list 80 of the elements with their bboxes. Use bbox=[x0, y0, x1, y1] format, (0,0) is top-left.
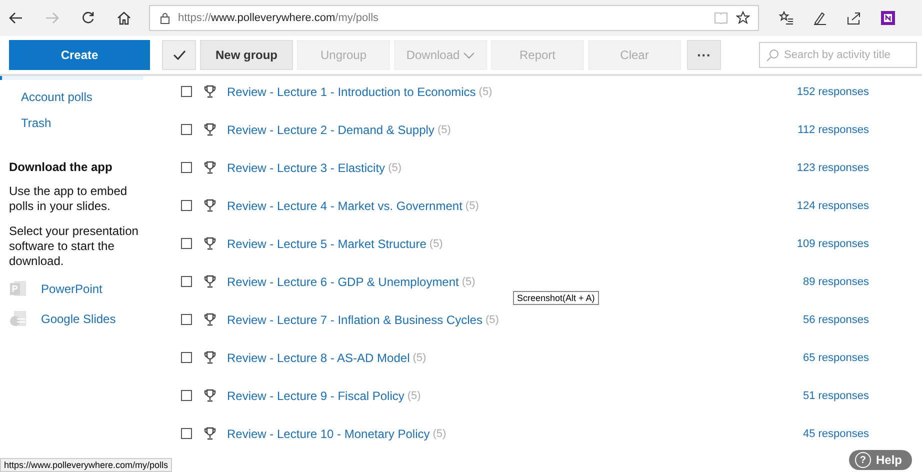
presentation-file-icon bbox=[9, 280, 27, 298]
share-icon[interactable] bbox=[847, 11, 861, 25]
question-count: (5) bbox=[412, 352, 426, 364]
reload-icon[interactable] bbox=[81, 11, 95, 25]
question-count: (5) bbox=[478, 86, 492, 98]
poll-link[interactable]: Review - Lecture 7 - Inflation & Business Cycles bbox=[227, 312, 482, 326]
responses-link[interactable]: 65 responses bbox=[802, 352, 869, 364]
question-count: (5) bbox=[432, 428, 446, 440]
responses-link[interactable]: 109 responses bbox=[796, 238, 869, 250]
description-text: Use the app to embed polls in your slides. bbox=[9, 184, 128, 214]
checkbox[interactable] bbox=[181, 124, 192, 135]
question-count: (5) bbox=[485, 314, 499, 326]
poll-link[interactable]: Review - Lecture 3 - Elasticity bbox=[227, 160, 386, 174]
poll-link[interactable]: Review - Lecture 8 - AS-AD Model bbox=[227, 350, 410, 364]
trophy-icon bbox=[204, 161, 216, 174]
responses-link[interactable]: 45 responses bbox=[802, 428, 869, 440]
onenote-icon[interactable] bbox=[881, 11, 895, 25]
poll-link[interactable]: Review - Lecture 9 - Fiscal Policy bbox=[227, 388, 404, 402]
check-icon bbox=[172, 50, 186, 60]
trophy-icon bbox=[204, 313, 216, 326]
status-url: https://www.polleverywhere.com/my/polls bbox=[0, 458, 172, 472]
question-count: (5) bbox=[462, 276, 476, 288]
create-button[interactable]: Create bbox=[9, 40, 150, 70]
help-button[interactable]: ? Help bbox=[848, 450, 912, 470]
responses-link[interactable]: 56 responses bbox=[802, 314, 869, 326]
star-icon[interactable] bbox=[736, 11, 750, 25]
select-all-button[interactable] bbox=[162, 40, 196, 70]
responses-link[interactable]: 124 responses bbox=[796, 200, 869, 212]
instruction-text: Select your presentation software to start the download. bbox=[9, 224, 140, 269]
url-text: https://www.polleverywhere.com/my/polls bbox=[178, 12, 380, 24]
responses-link[interactable]: 89 responses bbox=[802, 276, 869, 288]
trophy-icon bbox=[204, 427, 216, 440]
trophy-icon bbox=[204, 275, 216, 288]
trophy-icon bbox=[204, 199, 216, 212]
responses-link[interactable]: 123 responses bbox=[796, 162, 869, 174]
lock-icon bbox=[160, 12, 170, 24]
favorites-icon[interactable] bbox=[779, 11, 793, 25]
trophy-icon bbox=[204, 85, 216, 98]
home-icon[interactable] bbox=[117, 11, 131, 25]
back-icon[interactable] bbox=[9, 12, 23, 24]
question-count: (5) bbox=[437, 124, 451, 136]
checkbox[interactable] bbox=[181, 428, 192, 439]
poll-link[interactable]: Review - Lecture 4 - Market vs. Government bbox=[227, 198, 462, 212]
trophy-icon bbox=[204, 351, 216, 364]
search-field[interactable]: Search by activity title bbox=[759, 42, 917, 68]
checkbox[interactable] bbox=[181, 200, 192, 211]
poll-link[interactable]: Review - Lecture 2 - Demand & Supply bbox=[227, 122, 434, 136]
poll-link[interactable]: Review - Lecture 6 - GDP & Unemployment bbox=[227, 274, 459, 288]
trophy-icon bbox=[204, 237, 216, 250]
checkbox[interactable] bbox=[181, 276, 192, 287]
checkbox[interactable] bbox=[181, 352, 192, 363]
question-count: (5) bbox=[429, 238, 443, 250]
checkbox[interactable] bbox=[181, 86, 192, 97]
responses-link[interactable]: 152 responses bbox=[796, 86, 869, 98]
sidebar-link[interactable]: Trash bbox=[21, 116, 150, 142]
checkbox[interactable] bbox=[181, 162, 192, 173]
question-count: (5) bbox=[407, 390, 421, 402]
tooltip: Screenshot(Alt + A) bbox=[513, 291, 599, 305]
checkbox[interactable] bbox=[181, 314, 192, 325]
pen-icon[interactable] bbox=[813, 11, 827, 25]
app-link[interactable]: Google Slides bbox=[41, 312, 116, 326]
poll-link[interactable]: Review - Lecture 5 - Market Structure bbox=[227, 236, 426, 250]
checkbox[interactable] bbox=[181, 238, 192, 249]
trophy-icon bbox=[204, 389, 216, 402]
address-bar[interactable]: https://www.polleverywhere.com/my/polls bbox=[149, 5, 759, 31]
slides-file-icon bbox=[9, 310, 27, 328]
more-button[interactable]: ··· bbox=[687, 40, 721, 70]
help-icon: ? bbox=[854, 452, 871, 468]
question-count: (5) bbox=[465, 200, 479, 212]
trophy-icon bbox=[204, 123, 216, 136]
poll-link[interactable]: Review - Lecture 1 - Introduction to Economics bbox=[227, 84, 476, 98]
question-count: (5) bbox=[388, 162, 402, 174]
section-heading: Download the app bbox=[9, 160, 114, 174]
checkbox[interactable] bbox=[181, 390, 192, 401]
toolbar-button[interactable]: New group bbox=[200, 40, 293, 70]
sidebar-link[interactable]: Account polls bbox=[21, 90, 150, 116]
responses-link[interactable]: 112 responses bbox=[798, 124, 869, 136]
poll-link[interactable]: Review - Lecture 10 - Monetary Policy bbox=[227, 426, 430, 440]
app-link[interactable]: PowerPoint bbox=[41, 282, 102, 296]
responses-link[interactable]: 51 responses bbox=[802, 390, 869, 402]
